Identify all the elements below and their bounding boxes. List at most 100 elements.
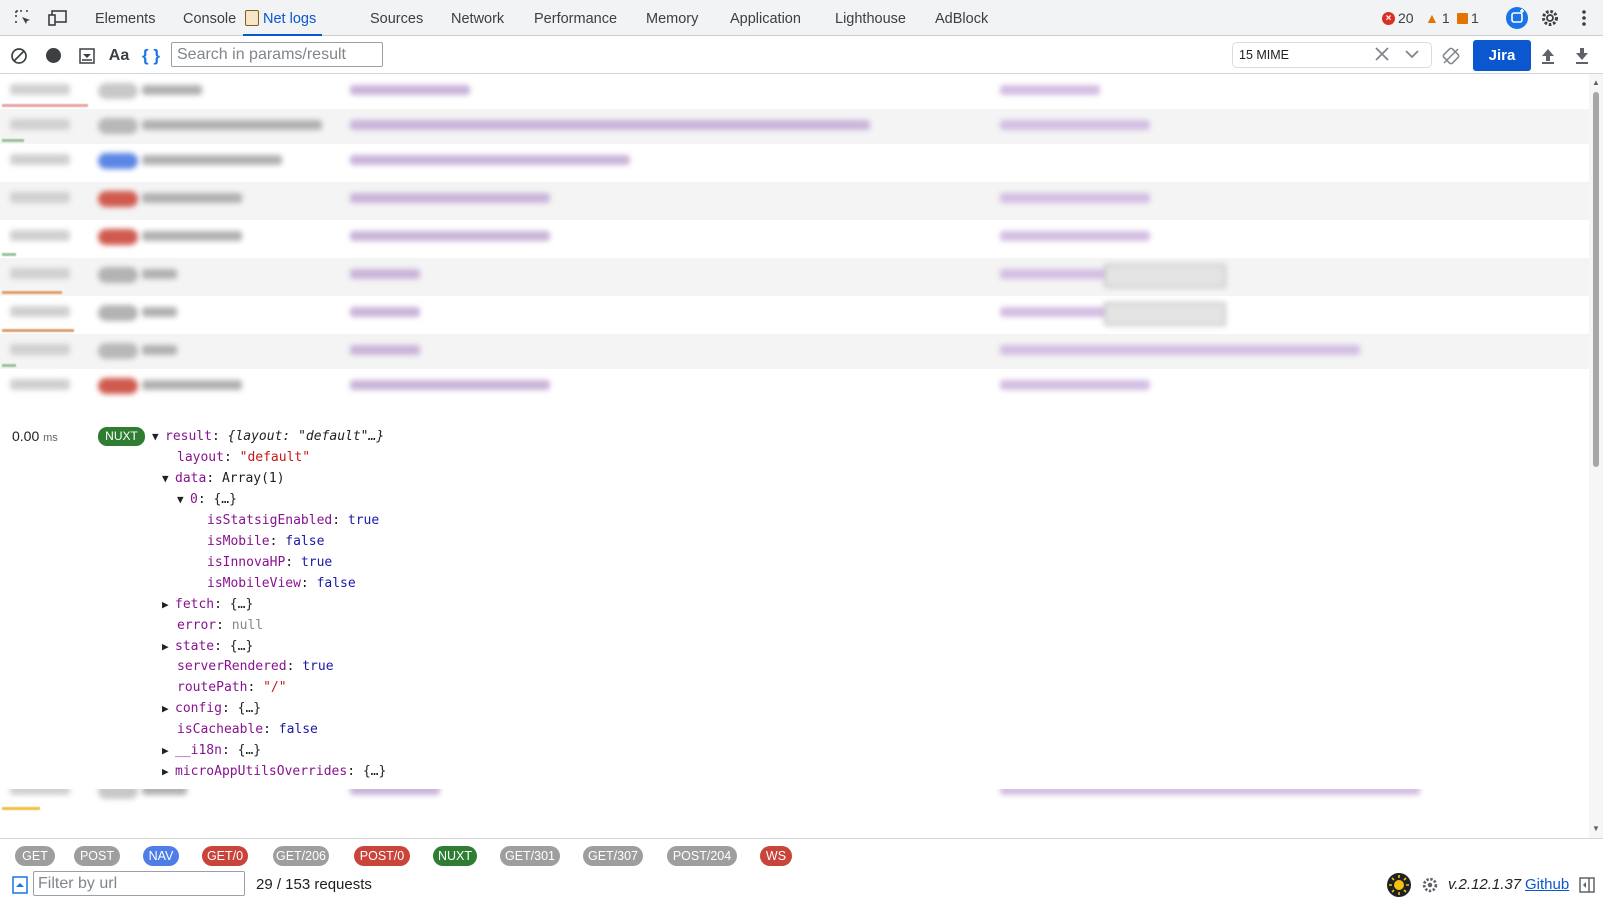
tab-memory[interactable]: Memory [646,0,698,36]
json-value: {…} [237,743,262,759]
error-count[interactable]: × 20 [1382,10,1414,26]
inspect-element-icon[interactable] [10,0,36,36]
row-time [10,230,70,241]
clear-mime-icon[interactable] [1373,45,1391,66]
github-link[interactable]: Github [1525,876,1569,893]
json-value: Array(1) [221,470,285,486]
scroll-down-icon[interactable]: ▼ [1592,824,1600,833]
request-row[interactable] [0,296,1589,334]
tab-performance[interactable]: Performance [534,0,617,36]
filter-pill-post-204[interactable]: POST/204 [667,846,737,866]
row-time [10,306,70,317]
json-line-0[interactable]: ▼ 0: {…} [177,492,237,507]
filter-pill-get-307[interactable]: GET/307 [583,846,643,866]
tab-application[interactable]: Application [730,0,801,36]
filter-pill-nuxt[interactable]: NUXT [433,846,477,866]
filter-pill-nav[interactable]: NAV [143,846,179,866]
json-colon: : [263,722,279,738]
row-badge [98,305,138,321]
json-line-config[interactable]: ▶ config: {…} [162,701,261,716]
params-search-input[interactable] [171,42,383,67]
jira-button[interactable]: Jira [1473,40,1531,71]
clear-icon[interactable] [8,37,30,74]
filter-pill-get[interactable]: GET [15,846,55,866]
json-view-button[interactable]: { } [139,37,163,74]
row-timing-bar [2,253,16,256]
expand-triangle-icon[interactable]: ▶ [162,744,175,757]
json-line-fetch[interactable]: ▶ fetch: {…} [162,597,253,612]
warning-icon: ▲ [1425,10,1439,26]
version-label: v.2.12.1.37 [1448,876,1522,893]
json-key: microAppUtilsOverrides [175,764,348,780]
expand-triangle-icon[interactable]: ▶ [162,702,175,715]
filter-pill-get-301[interactable]: GET/301 [500,846,560,866]
request-row[interactable] [0,334,1589,369]
dock-side-icon[interactable] [1577,866,1597,903]
row-badge [98,378,138,394]
more-options-icon[interactable] [1573,0,1595,36]
json-line-result[interactable]: ▼ result: {layout: "default"…} [152,429,384,444]
json-key: config [175,701,222,717]
export-icon[interactable] [1571,37,1593,74]
feedback-icon[interactable] [1503,0,1531,36]
json-line-ismobile: isMobile: false [207,534,324,549]
request-row[interactable] [0,220,1589,258]
expand-triangle-icon[interactable]: ▶ [162,598,175,611]
filter-pill-ws[interactable]: WS [760,846,792,866]
scroll-up-icon[interactable]: ▲ [1592,78,1600,87]
collapse-triangle-icon[interactable]: ▼ [152,430,165,443]
expand-triangle-icon[interactable]: ▶ [162,765,175,778]
json-line-microapputilsoverrides[interactable]: ▶ microAppUtilsOverrides: {…} [162,764,386,779]
import-icon[interactable] [1537,37,1559,74]
request-row[interactable] [0,369,1589,405]
tab-adblock[interactable]: AdBlock [935,0,988,36]
tab-network[interactable]: Network [451,0,504,36]
row-result [1000,380,1150,390]
json-line-state[interactable]: ▶ state: {…} [162,639,253,654]
json-value: {…} [213,491,237,507]
device-toolbar-icon[interactable] [45,0,71,36]
request-row[interactable] [0,182,1589,220]
expand-triangle-icon[interactable]: ▶ [162,640,175,653]
row-time [10,344,70,355]
row-badge [98,83,138,99]
collapse-triangle-icon[interactable]: ▼ [177,493,190,506]
tab-elements[interactable]: Elements [95,0,155,36]
preserve-log-icon[interactable] [76,37,98,74]
filter-pill-get-206[interactable]: GET/206 [273,846,329,866]
request-row[interactable] [0,109,1589,144]
row-name [142,155,282,165]
mime-filter-select[interactable]: 15 MIME [1232,42,1432,68]
tab-console[interactable]: Console [183,0,236,36]
tab-lighthouse[interactable]: Lighthouse [835,0,906,36]
status-bar: 29 / 153 requests v.2.12.1.37 Github [0,866,1603,903]
request-row[interactable] [0,74,1589,109]
scrollbar-thumb[interactable] [1593,92,1599,467]
disable-cache-icon[interactable] [1440,37,1462,74]
issue-count[interactable]: 1 [1457,10,1479,26]
json-line-isinnovahp: isInnovaHP: true [207,555,332,570]
json-line-data[interactable]: ▼ data: Array(1) [162,471,285,486]
chevron-down-icon[interactable] [1403,46,1421,65]
filter-pill-post-0[interactable]: POST/0 [354,846,410,866]
filter-pill-get-0[interactable]: GET/0 [202,846,248,866]
json-line-i18n[interactable]: ▶ __i18n: {…} [162,743,261,758]
request-row[interactable] [0,258,1589,296]
request-row[interactable] [0,144,1589,182]
match-case-button[interactable]: Aa [107,37,131,74]
record-icon[interactable] [42,37,64,74]
warning-count[interactable]: ▲ 1 [1425,10,1450,26]
row-result [1000,85,1100,95]
url-filter-input[interactable] [33,871,245,896]
json-line-error: error: null [177,618,263,633]
extension-settings-icon[interactable] [1419,866,1441,903]
theme-toggle-icon[interactable] [1385,866,1413,903]
vertical-scrollbar[interactable]: ▲ ▼ [1589,74,1603,838]
tab-sources[interactable]: Sources [370,0,423,36]
tab-net-logs[interactable]: Net logs [243,0,323,36]
collapse-triangle-icon[interactable]: ▼ [162,472,175,485]
collapse-all-icon[interactable] [10,866,30,903]
json-key: isCacheable [177,722,264,738]
filter-pill-post[interactable]: POST [74,846,120,866]
settings-gear-icon[interactable] [1537,0,1563,36]
